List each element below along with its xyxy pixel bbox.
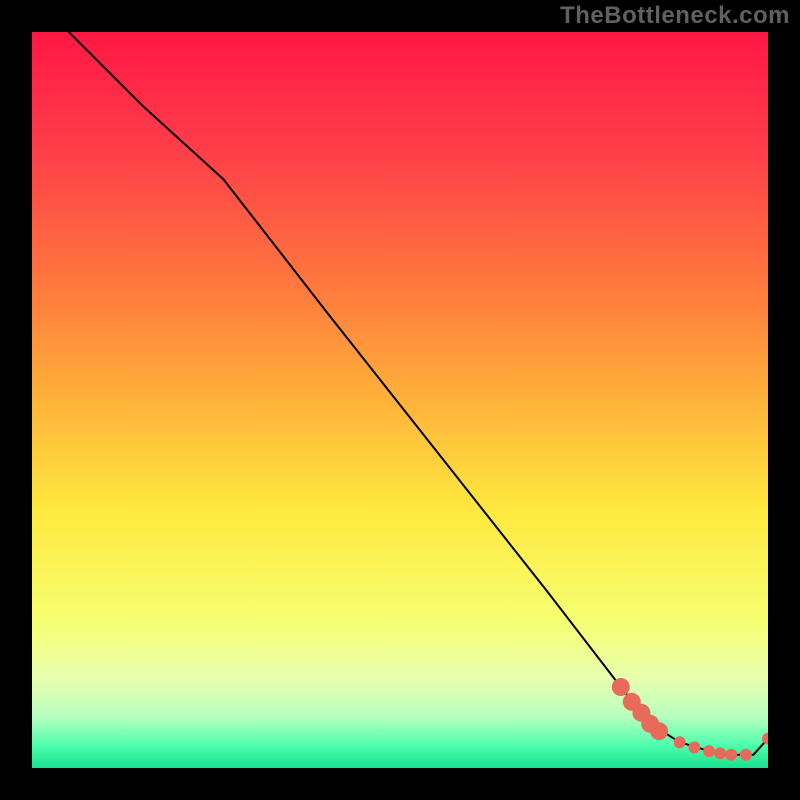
data-marker [703, 745, 715, 757]
gradient-background [32, 32, 768, 768]
chart-svg [32, 32, 768, 768]
data-marker [650, 722, 668, 740]
data-marker [688, 741, 700, 753]
data-marker [725, 749, 737, 761]
data-marker [714, 747, 726, 759]
chart-frame: TheBottleneck.com [0, 0, 800, 800]
plot-area [32, 32, 768, 768]
data-marker [740, 749, 752, 761]
data-marker [674, 736, 686, 748]
watermark-text: TheBottleneck.com [560, 2, 790, 30]
data-marker [612, 678, 630, 696]
